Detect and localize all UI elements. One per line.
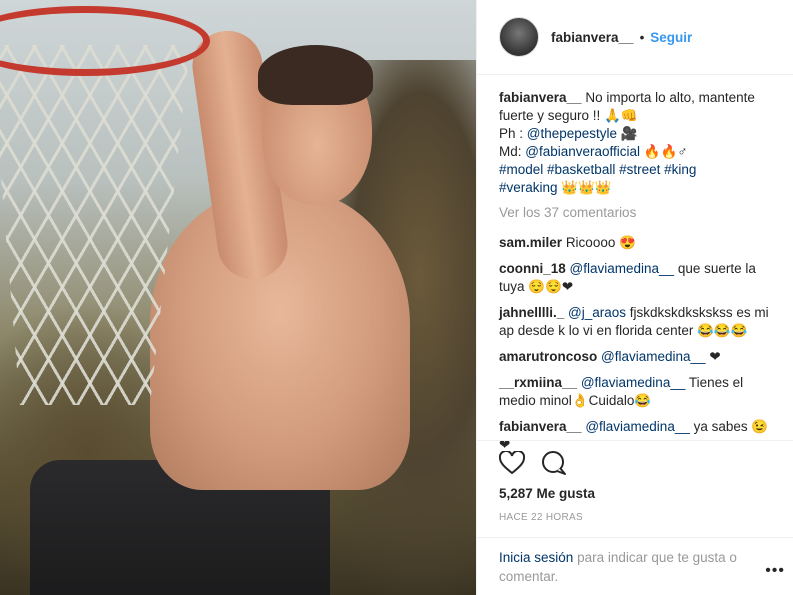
caption-md-label: Md: bbox=[499, 144, 522, 159]
caption-ph-mention[interactable]: @thepepestyle bbox=[527, 126, 617, 141]
comment-item: __rxmiina__ @flaviamedina__ Tienes el me… bbox=[499, 374, 771, 410]
login-prompt: Inicia sesión para indicar que te gusta … bbox=[499, 548, 759, 586]
divider bbox=[477, 440, 793, 441]
avatar[interactable] bbox=[499, 17, 539, 57]
caption-ph-emoji: 🎥 bbox=[620, 126, 638, 141]
comment-item: fabianvera__ @flaviamedina__ ya sabes 😉❤ bbox=[499, 418, 771, 452]
action-bar bbox=[498, 449, 567, 478]
likes-count[interactable]: 5,287 Me gusta bbox=[499, 486, 595, 501]
caption-hashtags[interactable]: #model #basketball #street #king bbox=[499, 162, 696, 177]
comment-username[interactable]: amarutroncoso bbox=[499, 349, 597, 364]
heart-icon[interactable] bbox=[498, 449, 526, 478]
caption-username[interactable]: fabianvera__ bbox=[499, 90, 582, 105]
comment-mention[interactable]: @flaviamedina__ bbox=[581, 375, 686, 390]
post-photo[interactable] bbox=[0, 0, 476, 595]
post-timestamp: HACE 22 HORAS bbox=[499, 512, 583, 523]
comment-mention[interactable]: @flaviamedina__ bbox=[585, 419, 690, 434]
caption-ph-label: Ph : bbox=[499, 126, 524, 141]
post-header: fabianvera__ • Seguir bbox=[477, 0, 793, 75]
more-options-icon[interactable]: ••• bbox=[765, 562, 785, 580]
comment-username[interactable]: sam.miler bbox=[499, 235, 562, 250]
caption-md-mention[interactable]: @fabianveraofficial bbox=[525, 144, 640, 159]
comment-item: coonni_18 @flaviamedina__ que suerte la … bbox=[499, 260, 771, 296]
caption-crown-emoji: 👑👑👑 bbox=[561, 180, 612, 195]
comment-item: jahnelllli._ @j_araos fjskdkskdkskskss e… bbox=[499, 304, 771, 340]
caption-md-emoji: 🔥🔥♂ bbox=[643, 144, 688, 159]
divider bbox=[477, 537, 793, 538]
comment-mention[interactable]: @flaviamedina__ bbox=[570, 261, 675, 276]
login-link[interactable]: Inicia sesión bbox=[499, 550, 573, 565]
comment-icon[interactable] bbox=[541, 451, 567, 478]
comment-item: amarutroncoso @flaviamedina__ ❤ bbox=[499, 348, 771, 366]
comment-mention[interactable]: @j_araos bbox=[568, 305, 626, 320]
caption-hashtag-veraking[interactable]: #veraking bbox=[499, 180, 558, 195]
comment-item: sam.miler Ricoooo 😍 bbox=[499, 234, 771, 252]
comment-text: Ricoooo 😍 bbox=[565, 235, 636, 250]
photo-hair bbox=[258, 45, 373, 105]
comment-username[interactable]: __rxmiina__ bbox=[499, 375, 577, 390]
comment-username[interactable]: fabianvera__ bbox=[499, 419, 582, 434]
post-sidebar: fabianvera__ • Seguir fabianvera__ No im… bbox=[476, 0, 793, 595]
follow-button[interactable]: Seguir bbox=[650, 30, 692, 45]
caption: fabianvera__ No importa lo alto, mantent… bbox=[499, 89, 771, 197]
view-more-comments[interactable]: Ver los 37 comentarios bbox=[499, 205, 771, 220]
header-separator: • bbox=[639, 29, 645, 45]
header-username[interactable]: fabianvera__ bbox=[551, 30, 634, 45]
comment-text: ❤ bbox=[709, 349, 721, 364]
comment-username[interactable]: jahnelllli._ bbox=[499, 305, 564, 320]
comment-username[interactable]: coonni_18 bbox=[499, 261, 566, 276]
comment-mention[interactable]: @flaviamedina__ bbox=[601, 349, 706, 364]
comments-section: fabianvera__ No importa lo alto, mantent… bbox=[477, 75, 793, 452]
